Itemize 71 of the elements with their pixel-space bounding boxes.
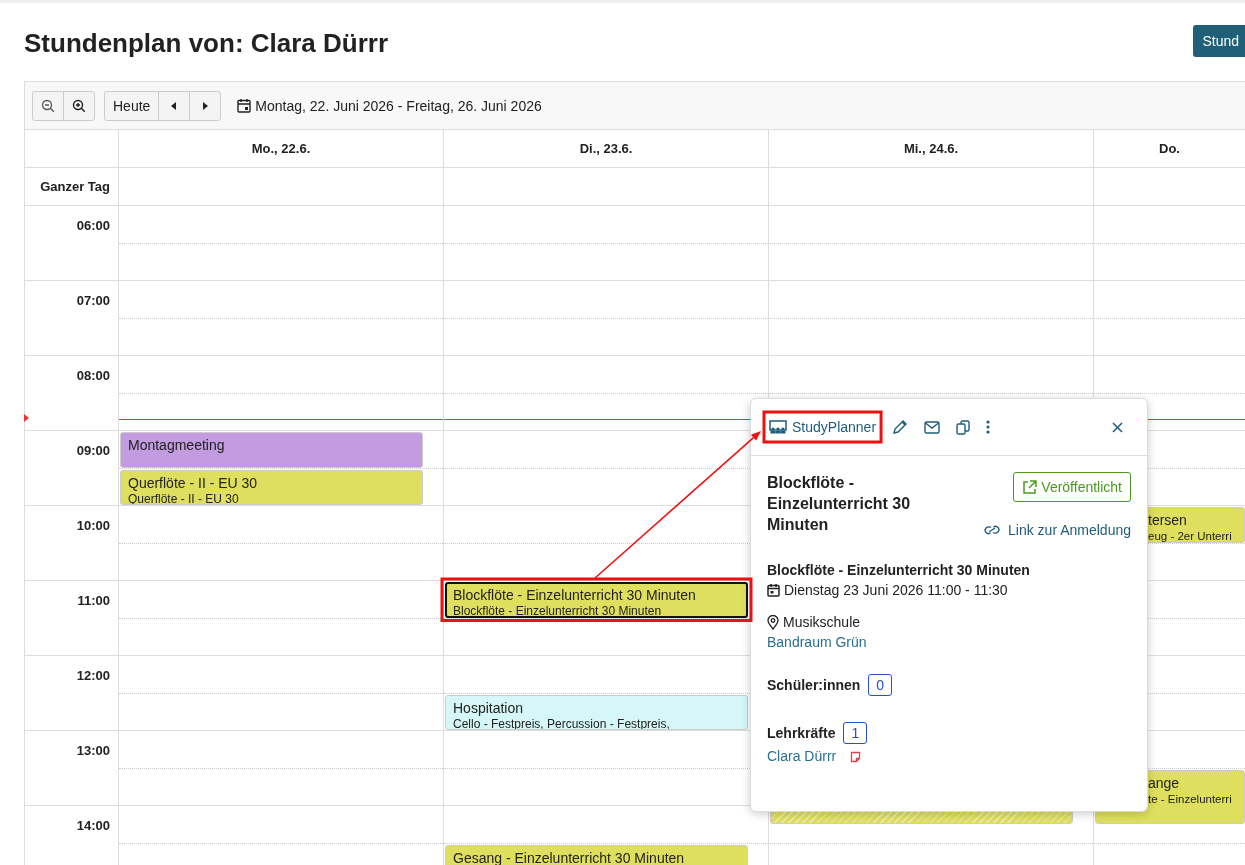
all-day-cell[interactable] [443,168,768,206]
event-title: Blockflöte - Einzelunterricht 30 Minuten [453,587,697,604]
day-header: Di., 23.6. [579,141,633,156]
kebab-icon [986,420,991,434]
students-label: Schüler:innen [767,677,861,693]
link-icon [983,524,1002,536]
time-label: 11:00 [77,593,110,608]
presentation-board-icon [769,420,787,434]
envelope-icon [924,420,941,434]
date-range: Montag, 22. Juni 2026 - Freitag, 26. Juni 2026 [255,97,542,114]
close-icon [1112,421,1123,433]
event-title: Blockflöte - Einzelunterricht 30 Minuten [767,473,912,535]
all-day-cell[interactable] [1093,168,1245,206]
map-pin-icon [767,614,779,630]
calendar-icon [237,98,252,113]
event-block[interactable]: Querflöte - II - EU 30 Querflöte - II - EU 30 [120,469,423,505]
day-header: Mi., 24.6. [903,141,959,156]
zoom-out-button[interactable] [32,90,64,121]
time-label: 06:00 [76,218,110,233]
event-block[interactable]: Hospitation Cello - Festpreis, Percussion - Festpreis, [445,694,748,730]
event-block[interactable]: Gesang - Einzelunterricht 30 Minuten [445,844,748,865]
teachers-label: Lehrkräfte [767,725,836,741]
event-title: Querflöte - II - EU 30 [128,474,259,492]
time-label: 13:00 [76,743,110,758]
published-button[interactable]: Veröffentlicht [1013,472,1131,502]
time-label: 12:00 [76,668,110,683]
caret-left-icon [170,100,179,111]
event-title: Gesang - Einzelunterricht 30 Minuten [453,849,686,865]
timetable-button[interactable]: Stund [1193,25,1245,57]
event-subtitle: Cello - Festpreis, Percussion - Festpreis, [453,716,671,729]
copy-icon [956,419,971,435]
event-title: Montagmeeting [128,437,226,454]
page-title: Stundenplan von: Clara Dürrr [24,27,389,59]
course-name: Blockflöte - Einzelunterricht 30 Minuten [767,562,1031,578]
all-day-cell[interactable] [768,168,1093,206]
event-block[interactable]: Blockflöte - Einzelunterricht 30 Minuten Blockflöte - Einzelunterricht 30 Minuten [445,582,748,618]
day-header: Do. [1159,141,1180,156]
count-badge: 0 [868,674,893,696]
room-link[interactable]: Bandraum Grün [767,634,1131,650]
time-label: 09:00 [76,443,110,458]
zoom-out-icon [41,98,55,113]
today-button[interactable]: Heute [104,90,160,121]
studyplanner-link[interactable]: StudyPlanner [767,415,879,439]
location-name: Musikschule [783,614,861,630]
all-day-cell[interactable] [118,168,443,206]
event-subtitle: te - Einzelunterri [1148,791,1233,806]
time-label: 10:00 [76,518,110,533]
time-label: 07:00 [76,293,110,308]
next-button[interactable] [189,90,222,121]
calendar-icon [767,583,780,597]
time-label: 14:00 [76,818,110,833]
note-icon[interactable] [850,750,862,763]
event-title: Hospitation [453,699,525,717]
event-subtitle: Blockflöte - Einzelunterricht 30 Minuten [453,604,663,616]
event-title: tersen [1148,512,1188,529]
previous-button[interactable] [158,90,191,121]
external-link-icon [1022,479,1038,495]
event-date: Dienstag 23 Juni 2026 11:00 - 11:30 [784,582,1008,598]
caret-right-icon [201,100,210,111]
event-title: ange [1148,774,1181,792]
teacher-link[interactable]: Clara Dürrr [767,748,837,764]
event-block[interactable]: Montagmeeting [120,432,423,468]
all-day-label: Ganzer Tag [40,179,110,194]
zoom-in-icon [72,98,86,113]
count-badge: 1 [843,722,868,744]
event-subtitle: eug - 2er Unterri [1148,529,1233,542]
day-header: Mo., 22.6. [251,141,311,156]
pencil-icon [892,419,909,435]
zoom-in-button[interactable] [63,90,95,121]
event-subtitle: Querflöte - II - EU 30 [128,491,240,504]
time-label: 08:00 [76,368,110,383]
